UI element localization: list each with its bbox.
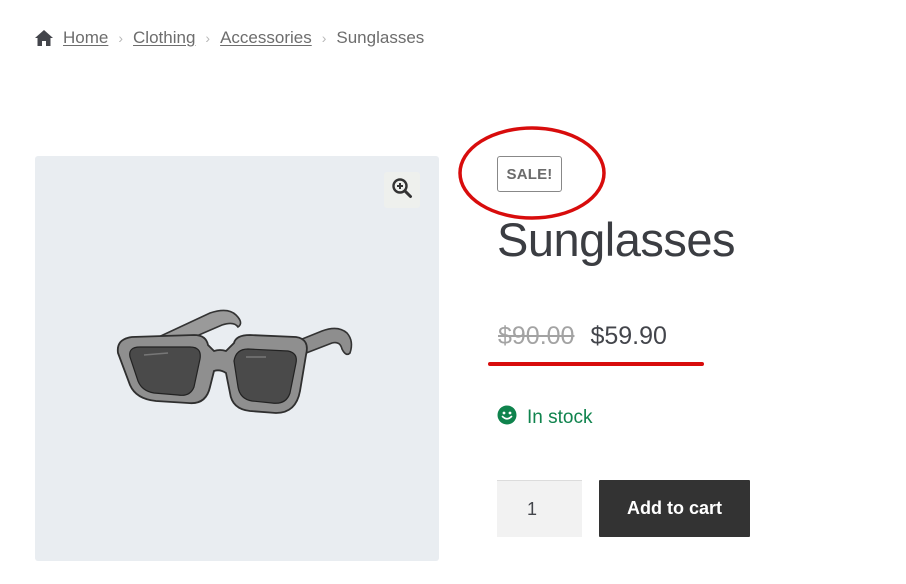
breadcrumb-accessories-link[interactable]: Accessories — [220, 28, 312, 48]
zoom-in-icon — [391, 177, 413, 204]
smiley-icon — [497, 405, 517, 431]
price-annotation-underline — [488, 362, 704, 366]
breadcrumb-clothing-link[interactable]: Clothing — [133, 28, 195, 48]
add-to-cart-button[interactable]: Add to cart — [599, 480, 750, 537]
breadcrumb-current: Sunglasses — [336, 28, 425, 47]
chevron-right-icon: › — [205, 30, 211, 46]
stock-status: In stock — [497, 405, 592, 431]
regular-price: $90.00 — [498, 322, 575, 350]
zoom-button[interactable] — [384, 172, 420, 208]
chevron-right-icon: › — [118, 30, 124, 46]
breadcrumb-home-link[interactable]: Home — [63, 28, 108, 48]
price: $90.00 $59.90 — [498, 322, 667, 351]
home-icon[interactable] — [34, 29, 54, 47]
sale-price: $59.90 — [590, 322, 667, 350]
product-image[interactable] — [110, 301, 370, 421]
quantity-input[interactable] — [497, 480, 582, 537]
product-title: Sunglasses — [497, 213, 736, 266]
breadcrumb: Home › Clothing › Accessories › Sunglass… — [34, 28, 424, 48]
chevron-right-icon: › — [321, 30, 327, 46]
product-gallery[interactable] — [35, 156, 439, 561]
stock-label: In stock — [527, 407, 593, 428]
